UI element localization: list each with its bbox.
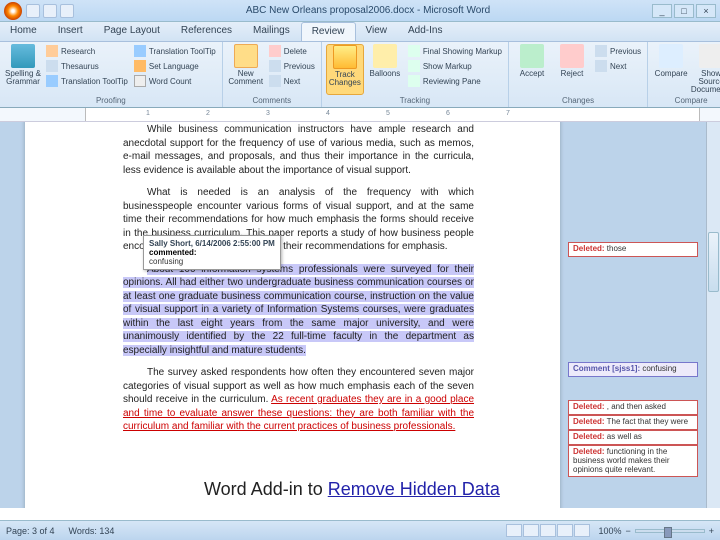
ribbon: Spelling & Grammar Research Thesaurus Tr… [0,42,720,108]
tab-view[interactable]: View [356,22,399,41]
tab-page-layout[interactable]: Page Layout [94,22,171,41]
caption-link[interactable]: Remove Hidden Data [328,479,500,499]
vertical-scrollbar[interactable] [706,122,720,508]
group-proofing: Spelling & Grammar Research Thesaurus Tr… [0,42,223,107]
group-compare: Compare Show Source Documents Compare [648,42,720,107]
show-markup-button[interactable]: Show Markup [406,59,504,73]
print-layout-view[interactable] [506,524,522,537]
paragraph[interactable]: While business communication instructors… [123,123,474,177]
next-comment-button[interactable]: Next [267,74,317,88]
web-layout-view[interactable] [540,524,556,537]
group-label: Proofing [4,95,218,105]
paragraph[interactable]: The survey asked respondents how often t… [123,366,474,434]
tab-home[interactable]: Home [0,22,48,41]
group-label: Tracking [326,95,504,105]
prev-comment-button[interactable]: Previous [267,59,317,73]
tab-add-ins[interactable]: Add-Ins [398,22,453,41]
comment-callout[interactable]: Comment [sjss1]: confusing [568,362,698,377]
minimize-button[interactable]: _ [652,4,672,18]
office-button[interactable] [4,2,22,20]
close-button[interactable]: × [696,4,716,18]
delete-comment-button[interactable]: Delete [267,44,317,58]
zoom-level[interactable]: 100% [598,526,621,536]
undo-icon[interactable] [43,4,57,18]
comment-action: commented: [149,248,275,257]
deleted-callout[interactable]: Deleted: , and then asked [568,400,698,415]
comment-header: Sally Short, 6/14/2006 2:55:00 PM [149,239,275,248]
deleted-callout[interactable]: Deleted: The fact that they were [568,415,698,430]
slide-caption: Word Add-in to Remove Hidden Data [200,477,504,502]
new-comment-button[interactable]: New Comment [227,44,265,95]
group-comments: New Comment Delete Previous Next Comment… [223,42,322,107]
zoom-out-button[interactable]: − [625,526,630,536]
accept-button[interactable]: Accept [513,44,551,95]
quick-access-toolbar [26,4,74,18]
redo-icon[interactable] [60,4,74,18]
comment-tooltip: Sally Short, 6/14/2006 2:55:00 PM commen… [143,235,281,270]
group-label: Comments [227,95,317,105]
window-title: ABC New Orleans proposal2006.docx - Micr… [84,5,652,16]
view-buttons [506,524,590,537]
title-bar: ABC New Orleans proposal2006.docx - Micr… [0,0,720,22]
maximize-button[interactable]: □ [674,4,694,18]
group-tracking: Track Changes Balloons Final Showing Mar… [322,42,509,107]
translate-button[interactable]: Translation ToolTip [44,74,130,88]
prev-change-button[interactable]: Previous [593,44,643,58]
compare-button[interactable]: Compare [652,44,690,95]
balloons-button[interactable]: Balloons [366,44,404,95]
tab-references[interactable]: References [171,22,243,41]
zoom-slider[interactable] [635,529,705,533]
page[interactable]: While business communication instructors… [25,122,560,508]
show-source-button[interactable]: Show Source Documents [692,44,720,95]
deleted-callout[interactable]: Deleted: those [568,242,698,257]
document-area: While business communication instructors… [0,122,720,508]
ribbon-tabs: HomeInsertPage LayoutReferencesMailingsR… [0,22,720,42]
comment-body: confusing [149,257,275,266]
tab-review[interactable]: Review [301,22,356,41]
reject-button[interactable]: Reject [553,44,591,95]
word-count-button[interactable]: Word Count [132,74,218,88]
page-indicator[interactable]: Page: 3 of 4 [6,526,55,536]
set-language-button[interactable]: Set Language [132,59,218,73]
next-change-button[interactable]: Next [593,59,643,73]
tab-mailings[interactable]: Mailings [243,22,301,41]
save-icon[interactable] [26,4,40,18]
full-screen-view[interactable] [523,524,539,537]
translation-tooltip-button[interactable]: Translation ToolTip [132,44,218,58]
group-changes: Accept Reject Previous Next Changes [509,42,648,107]
tab-insert[interactable]: Insert [48,22,94,41]
thesaurus-button[interactable]: Thesaurus [44,59,130,73]
outline-view[interactable] [557,524,573,537]
zoom-control: 100% − + [598,526,714,536]
deleted-callout[interactable]: Deleted: as well as [568,430,698,445]
draft-view[interactable] [574,524,590,537]
group-label: Changes [513,95,643,105]
word-count[interactable]: Words: 134 [69,526,115,536]
paragraph[interactable]: About 100 information systems profession… [123,263,474,358]
display-dropdown[interactable]: Final Showing Markup [406,44,504,58]
group-label: Compare [652,95,720,105]
status-bar: Page: 3 of 4 Words: 134 100% − + [0,520,720,540]
deleted-callout[interactable]: Deleted: functioning in the business wor… [568,445,698,477]
zoom-in-button[interactable]: + [709,526,714,536]
research-button[interactable]: Research [44,44,130,58]
spelling-button[interactable]: Spelling & Grammar [4,44,42,95]
track-changes-button[interactable]: Track Changes [326,44,364,95]
horizontal-ruler[interactable]: 1234567 [0,108,720,122]
reviewing-pane-button[interactable]: Reviewing Pane [406,74,504,88]
scroll-thumb[interactable] [708,232,719,292]
